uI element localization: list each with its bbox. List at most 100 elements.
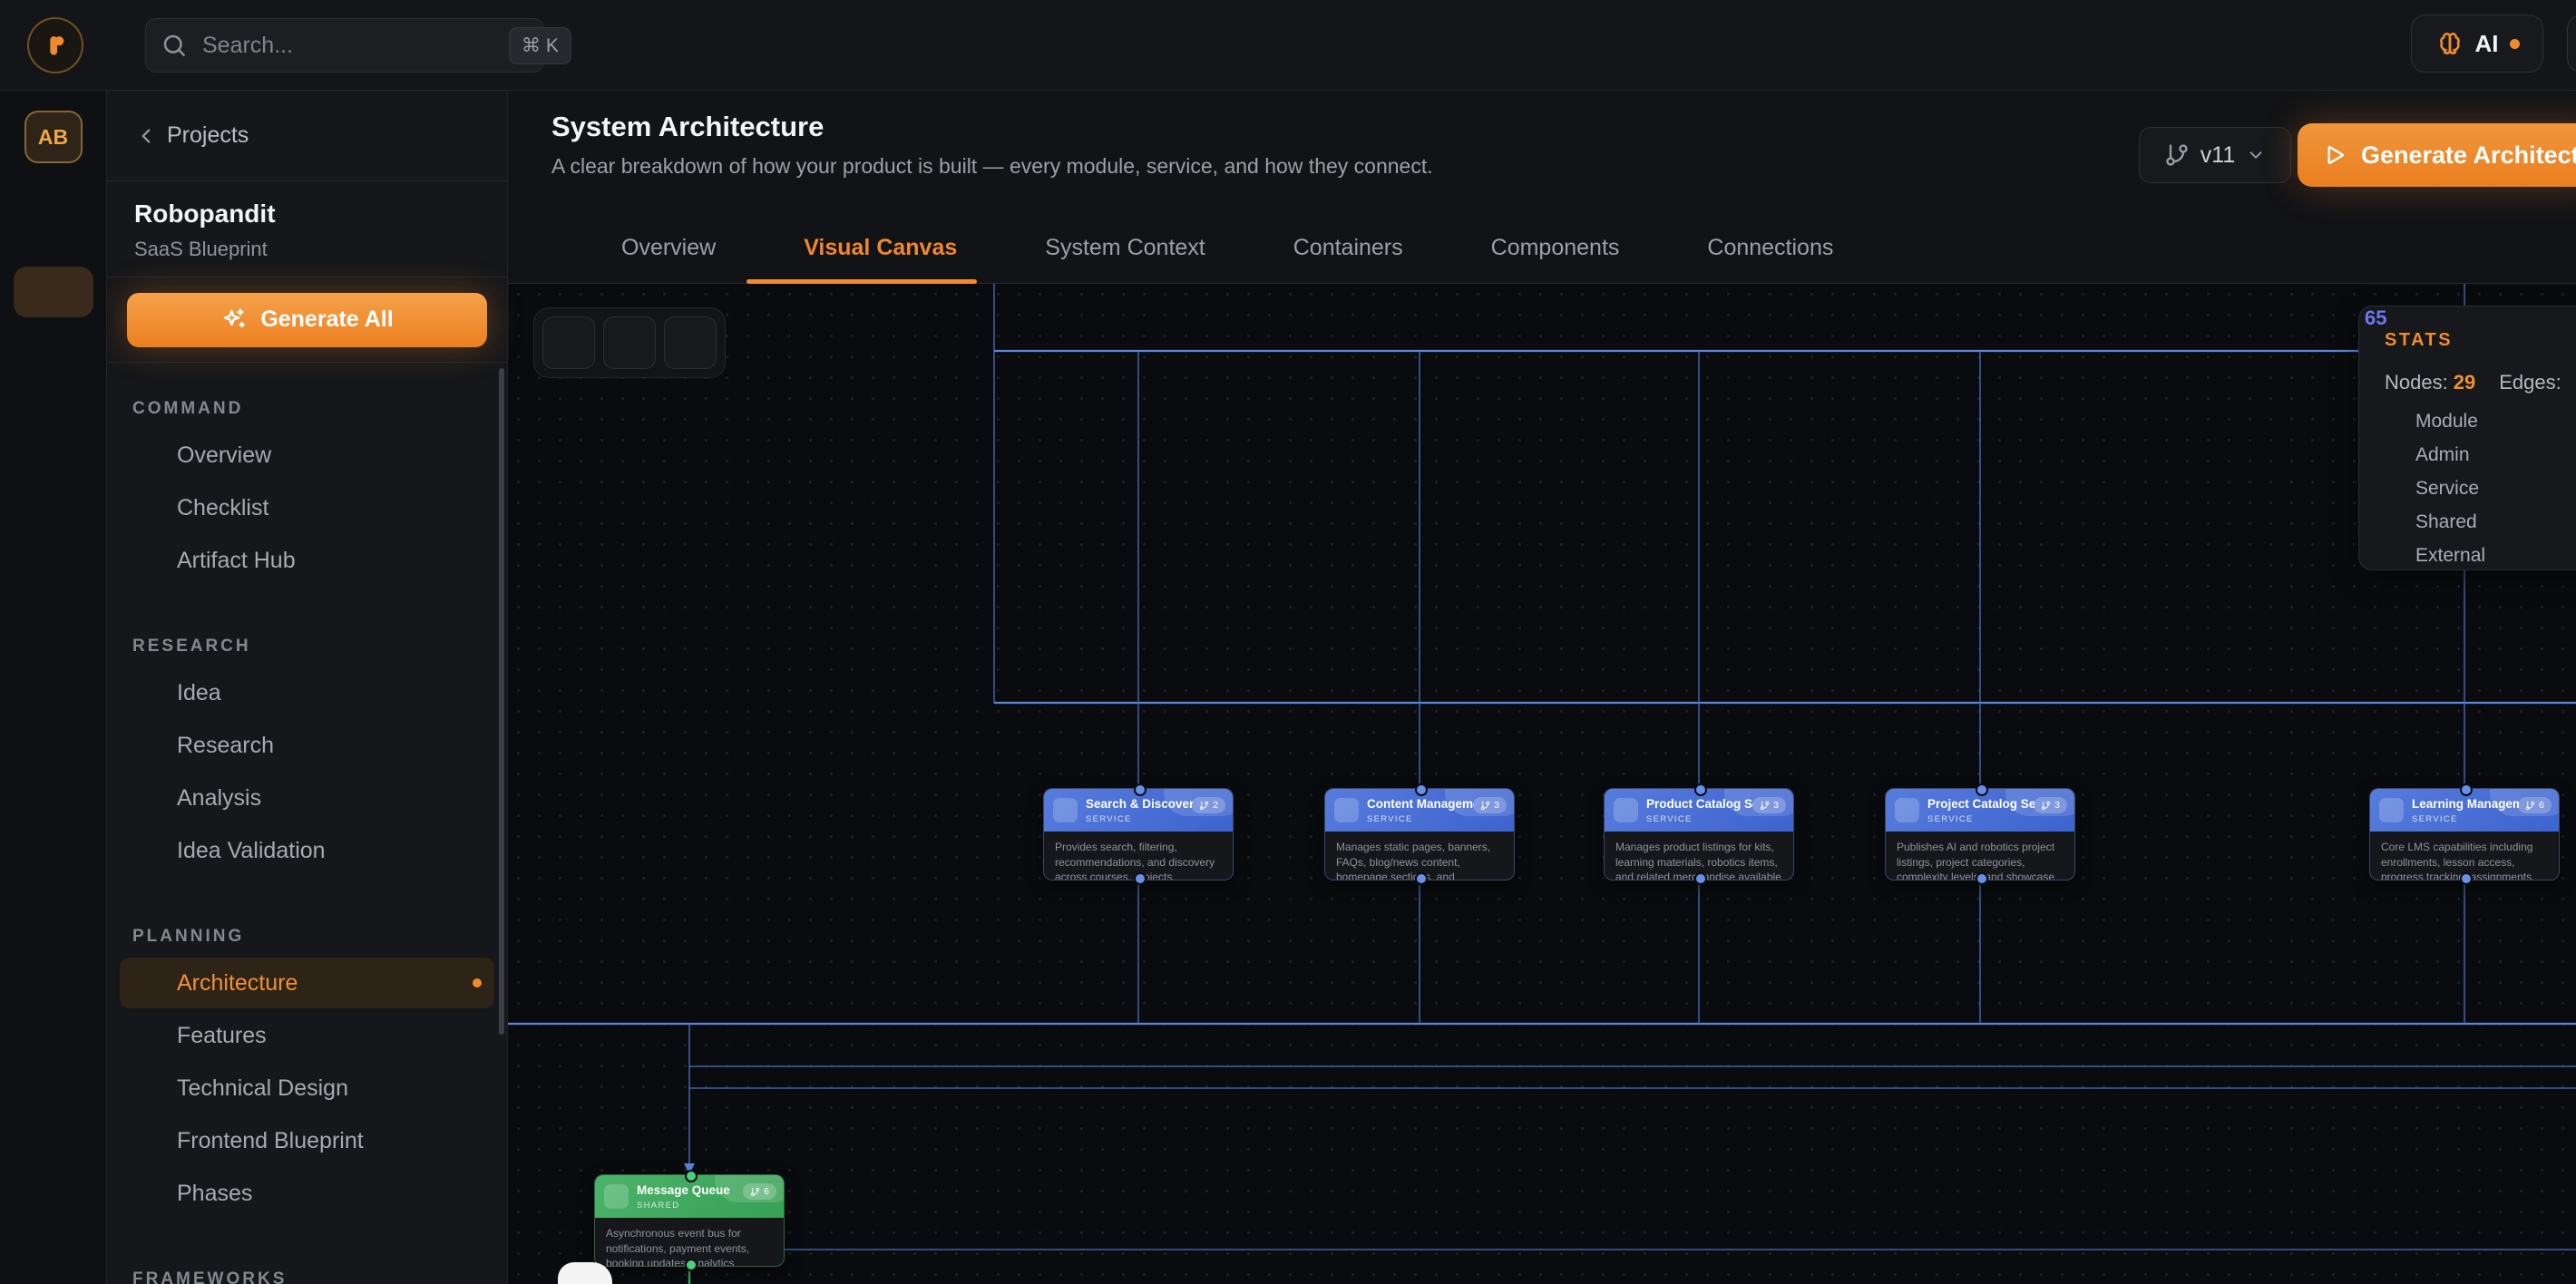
git-branch-icon — [750, 1187, 760, 1197]
tab[interactable]: Overview — [559, 212, 741, 283]
section-label-research: RESEARCH — [132, 637, 494, 657]
app-root: ⌘ K AI AB — [0, 0, 2576, 1284]
git-branch-icon — [2041, 801, 2051, 811]
back-to-projects[interactable]: Projects — [107, 91, 507, 181]
back-label: Projects — [167, 122, 249, 149]
tab-label: Visual Canvas — [804, 235, 957, 261]
sidebar-item[interactable]: Overview — [120, 430, 494, 481]
stats-counts: Nodes:29 Edges:65 — [2385, 371, 2576, 394]
rail-button[interactable] — [14, 267, 93, 317]
sidebar-item[interactable]: Features — [120, 1010, 494, 1061]
sidebar-item-label: Analysis — [177, 785, 261, 812]
chevron-left-icon — [134, 124, 158, 148]
sidebar-scrollbar[interactable] — [499, 368, 504, 1035]
sidebar-item[interactable]: Phases — [120, 1168, 494, 1219]
search-bar[interactable]: ⌘ K — [145, 18, 544, 73]
sparkles-icon — [220, 306, 248, 334]
sidebar-item[interactable]: Idea — [120, 667, 494, 718]
git-branch-icon — [2164, 142, 2190, 168]
node-title: Message Queue — [637, 1183, 730, 1197]
nodes-count: Nodes:29 — [2385, 371, 2475, 394]
node-description: Manages static pages, banners, FAQs, blo… — [1325, 832, 1514, 880]
sidebar: Projects Robopandit SaaS Blueprint Gener… — [107, 91, 508, 1284]
stats-title: STATS — [2385, 330, 2576, 351]
canvas-node[interactable]: Search & Discovery Ser… SERVICE 2 Provid… — [1043, 788, 1234, 880]
sidebar-item[interactable]: Architecture — [120, 958, 494, 1008]
canvas-node[interactable]: Project Catalog Service SERVICE 3 Publis… — [1885, 788, 2075, 880]
tab-label: Overview — [621, 235, 716, 261]
avatar[interactable]: AB — [24, 111, 83, 163]
ai-status-dot — [2510, 39, 2520, 49]
tab-label: System Context — [1045, 235, 1205, 261]
version-dropdown[interactable]: v11 — [2139, 127, 2291, 183]
node-description: Provides search, filtering, recommendati… — [1044, 832, 1233, 880]
sidebar-item-label: Idea Validation — [177, 838, 326, 864]
node-connection-badge: 6 — [743, 1183, 776, 1200]
sidebar-item-label: Frontend Blueprint — [177, 1128, 364, 1154]
search-shortcut-badge: ⌘ K — [509, 27, 571, 64]
sidebar-item[interactable]: Analysis — [120, 773, 494, 823]
ai-status-pill[interactable]: AI — [2411, 15, 2543, 73]
generate-all-button[interactable]: Generate All — [127, 293, 487, 347]
tab[interactable]: Components — [1429, 212, 1645, 283]
top-bar: ⌘ K AI — [0, 0, 2576, 91]
version-label: v11 — [2200, 142, 2235, 169]
canvas-node[interactable]: Content Management S… SERVICE 3 Manages … — [1324, 788, 1515, 880]
node-header: Message Queue SHARED 6 — [595, 1175, 784, 1218]
node-title: Project Catalog Service — [1927, 797, 2034, 811]
tab[interactable]: Visual Canvas — [741, 212, 982, 283]
canvas-tool-button[interactable] — [603, 316, 656, 369]
tab[interactable]: System Context — [982, 212, 1230, 283]
git-branch-icon — [2525, 801, 2535, 811]
node-description: Publishes AI and robotics project listin… — [1886, 832, 2074, 880]
canvas-node[interactable]: Learning Management … SERVICE 6 Core LMS… — [2369, 788, 2560, 880]
app-logo[interactable] — [27, 17, 83, 73]
sidebar-item[interactable]: Artifact Hub — [120, 535, 494, 586]
tab-bar: Overview Visual Canvas System Context Co… — [508, 212, 2576, 283]
rail-button[interactable] — [14, 207, 93, 258]
search-input[interactable] — [200, 32, 496, 60]
sidebar-item[interactable]: Research — [120, 720, 494, 771]
visual-canvas[interactable]: Search & Discovery Ser… SERVICE 2 Provid… — [508, 284, 2576, 1284]
rail-button[interactable] — [14, 326, 93, 377]
node-header: Product Catalog Service SERVICE 3 — [1605, 789, 1793, 832]
generate-architecture-button[interactable]: Generate Architecture — [2298, 123, 2576, 187]
topbar-overflow-pill[interactable] — [2567, 15, 2576, 73]
canvas-corner-control[interactable] — [558, 1262, 612, 1284]
node-type-label: SHARED — [637, 1201, 730, 1211]
node-title: Product Catalog Service — [1646, 797, 1753, 811]
rail-button[interactable] — [14, 446, 93, 497]
sidebar-nav: COMMAND Overview Checklist Artifact Hub — [107, 363, 507, 1284]
canvas-node[interactable]: Product Catalog Service SERVICE 3 Manage… — [1604, 788, 1794, 880]
canvas-tool-button[interactable] — [664, 316, 717, 369]
rail-button[interactable] — [14, 386, 93, 437]
legend-label: Module — [2415, 411, 2478, 433]
section-label-frameworks: FRAMEWORKS — [132, 1269, 494, 1284]
section-label-planning: PLANNING — [132, 927, 494, 947]
canvas-node[interactable]: Message Queue SHARED 6 Asynchronous even… — [594, 1174, 785, 1267]
canvas-tool-button[interactable] — [542, 316, 595, 369]
ai-label: AI — [2475, 30, 2499, 58]
active-dot — [473, 978, 482, 987]
node-connection-badge: 6 — [2518, 797, 2552, 813]
tab[interactable]: Containers — [1231, 212, 1429, 283]
node-header: Project Catalog Service SERVICE 3 — [1886, 789, 2074, 832]
rail-items — [14, 207, 93, 557]
node-connection-badge: 3 — [2034, 797, 2067, 813]
stats-panel: STATS Nodes:29 Edges:65 Module Admin Ser… — [2358, 306, 2576, 570]
sidebar-item[interactable]: Technical Design — [120, 1063, 494, 1114]
edges-count: Edges:65 — [2499, 371, 2561, 394]
tab[interactable]: Connections — [1644, 212, 1859, 283]
sidebar-item[interactable]: Frontend Blueprint — [120, 1115, 494, 1166]
sidebar-item[interactable]: Checklist — [120, 482, 494, 533]
sidebar-item[interactable]: Idea Validation — [120, 825, 494, 876]
node-connection-badge: 2 — [1192, 797, 1225, 813]
canvas-toolbar — [533, 307, 726, 378]
project-info: Robopandit SaaS Blueprint — [107, 181, 507, 277]
search-icon — [161, 32, 188, 59]
rail-button[interactable] — [14, 506, 93, 557]
legend-item: Admin — [2385, 444, 2576, 466]
legend-item: External — [2385, 545, 2576, 567]
legend-label: Shared — [2415, 511, 2477, 533]
git-branch-icon — [1760, 801, 1770, 811]
